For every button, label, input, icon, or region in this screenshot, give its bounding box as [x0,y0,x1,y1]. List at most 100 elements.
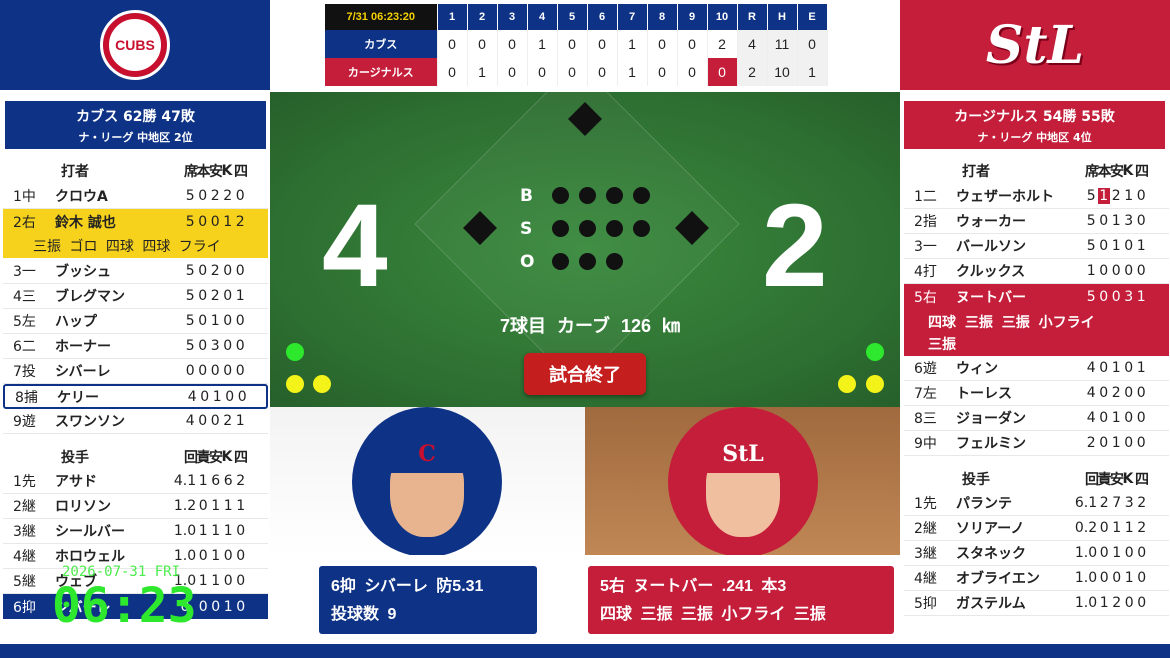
batter-stat: 0 [1099,360,1109,376]
pitcher-order: 4継 [13,549,36,565]
batter-stats: 40101 [1085,360,1148,376]
batter-name: シバーレ [55,364,111,380]
batter-stats: 50200 [184,263,247,279]
batter-stat: 1 [235,288,245,304]
batter-name: スワンソン [55,414,125,430]
pitcher-stat: 1.0 [1074,570,1098,586]
batter-row: 4三 ブレグマン 5 0 2 0 1 [3,284,268,309]
batter-name: クロウA [55,189,108,205]
away-score: 4 [322,180,388,312]
pitcher-stats: 1.0 0 0 1 0 [1074,570,1148,586]
count-dot-icon [633,220,650,237]
batter-stat: 0 [1099,238,1109,254]
batter-stats: 50300 [184,338,247,354]
pitcher-header: 投手回責安 K 四 [3,444,268,469]
batter-stat: 1 [235,413,245,429]
batter-header-label: 打者 [962,163,990,180]
batter-stat: 5 [185,188,195,204]
pitcher-stat: 1.0 [1074,545,1098,561]
batter-order: 1中 [13,189,36,205]
pitcher-col-header: K [221,448,233,465]
away-rhe: 4 [737,30,768,58]
pitcher-header: 投手回責安 K 四 [904,466,1169,491]
batter-name: ジョーダン [956,411,1026,427]
count-dot-icon [552,253,569,270]
batter-stats: 50100 [184,313,247,329]
batter-detail-text: 四球 三振 三振 小フライ [928,315,1095,331]
batter-stats: 00000 [184,363,247,379]
batter-row: 2右 鈴木 誠也 5 0 0 1 2 [3,209,268,234]
batter-row: 2指 ウォーカー 5 0 1 3 0 [904,209,1169,234]
batter-name: ウィン [956,361,998,377]
batter-detail: 三振 ゴロ 四球 四球 フライ [3,233,268,258]
pitcher-order: 2継 [914,521,937,537]
batter-stat: 0 [198,338,208,354]
cubs-pitcher-card: 6抑 シバーレ 防5.31 投球数 9 [319,566,537,634]
batter-stat: 0 [1136,385,1146,401]
batter-order: 4三 [13,289,36,305]
home-rhe: 1 [797,58,828,86]
batter-stat: 0 [225,388,235,405]
cubs-logo: CUBS [100,10,170,80]
batter-stats: 50012 [184,214,247,230]
batter-stats: 20100 [1085,435,1148,451]
batter-row: 6二 ホーナー 5 0 3 0 0 [3,334,268,359]
pitcher-stat: 1 [236,498,246,514]
game-status-badge: 試合終了 [524,353,646,395]
batter-stat: 2 [223,188,233,204]
batter-stat: 0 [223,263,233,279]
cubs-team-header: カブス 62勝 47敗 ナ・リーグ 中地区 2位 [5,101,266,149]
batter-stat: 1 [1111,410,1121,426]
pitcher-stat: 1 [211,573,221,589]
batter-stat: 1 [1124,188,1134,204]
batter-stat: 0 [198,363,208,379]
batter-order: 9遊 [13,414,36,430]
count-dot-icon [579,187,596,204]
batter-stat: 3 [1124,288,1134,305]
batter-header-label: 打者 [61,163,89,180]
cardinals-batter-line1: 5右 ヌートバー .241 本3 [600,578,787,595]
batter-stat: 0 [1124,435,1134,451]
count-dot-icon [552,220,569,237]
away-inning-score: 0 [677,30,708,58]
count-dot-icon [606,220,623,237]
pitcher-stat: 0 [211,598,221,615]
batter-stat: 0 [198,313,208,329]
batter-order: 6二 [13,339,36,355]
batter-stat: 0 [198,213,208,230]
batter-stat: 0 [198,288,208,304]
batter-stat: 5 [185,313,195,329]
batter-stat: 0 [223,363,233,379]
linescore-header-row: 7/31 06:23:20 1 2 3 4 5 6 7 8 9 10 R H E [325,4,828,30]
count-dot-icon [579,253,596,270]
batter-order: 3一 [914,239,937,255]
batter-stat: 1 [212,388,222,405]
batter-order: 8三 [914,411,937,427]
batter-stat: 0 [235,263,245,279]
cardinals-cap: StL [701,437,785,473]
batter-row: 5右 ヌートバー 5 0 0 3 1 [904,284,1169,309]
pitcher-stat: 1 [223,523,233,539]
count-dot-icon [606,187,623,204]
batter-col-header: 四 [1135,163,1149,180]
away-inning-score: 0 [467,30,498,58]
batter-stat: 0 [198,188,208,204]
cardinals-team-header: カージナルス 54勝 55敗 ナ・リーグ 中地区 4位 [904,101,1165,149]
pitcher-stats: 0.2 0 1 1 2 [1074,520,1148,536]
pitcher-stats: 1.0 1 2 0 0 [1074,595,1148,611]
batter-name: ウォーカー [956,214,1026,230]
batter-stat: 1 [1111,238,1121,254]
batter-stats: 50220 [184,188,247,204]
pitcher-stat: 1 [198,523,208,539]
rhe-header: H [767,4,798,30]
pitcher-order: 3継 [13,524,36,540]
inning-header: 2 [467,4,498,30]
away-rhe: 11 [767,30,798,58]
pitcher-name: アサド [55,474,97,490]
pitcher-stat: 0.2 [1074,520,1098,536]
pitcher-stats: 1.2 0 1 1 1 [173,498,247,514]
batter-order: 3一 [13,264,36,280]
bottom-bar [0,644,1170,658]
pitcher-col-header: 四 [1135,471,1149,488]
batter-stat: 0 [1136,410,1146,426]
